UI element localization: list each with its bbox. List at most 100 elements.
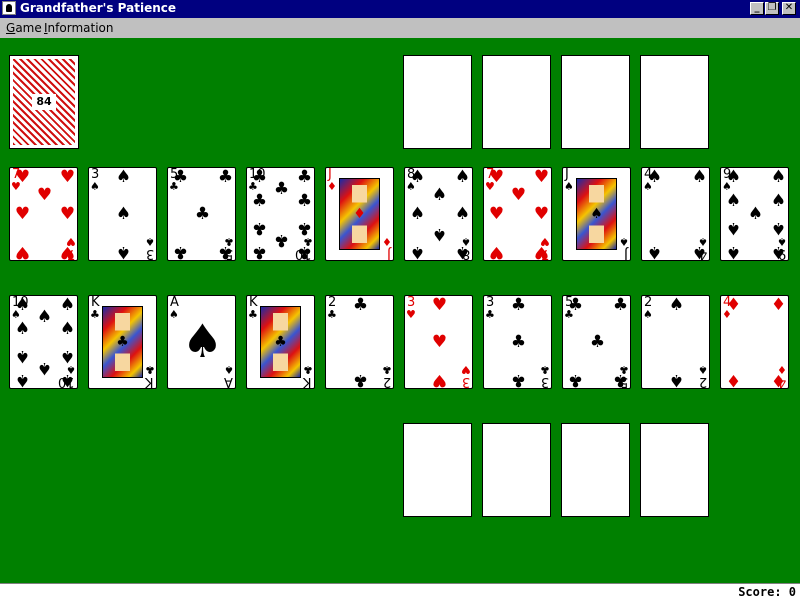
pip-area: ♥ ♥ ♥ ♥ ♥ ♥ ♥ [15, 169, 75, 261]
spades-icon: ♠ [224, 363, 234, 376]
playing-card[interactable]: 8 ♠ 8 ♠ ♠ ♠ ♠ ♠ ♠ ♠ ♠ ♠ [404, 167, 473, 261]
playing-card[interactable]: 7 ♥ 7 ♥ ♥ ♥ ♥ ♥ ♥ ♥ ♥ [9, 167, 78, 261]
spades-icon: ♠ [431, 185, 448, 205]
hearts-icon: ♥ [488, 242, 505, 261]
spades-icon: ♠ [59, 346, 76, 366]
spades-icon: ♠ [115, 204, 132, 224]
card-rank: 2 [382, 374, 391, 389]
playing-card[interactable]: 7 ♥ 7 ♥ ♥ ♥ ♥ ♥ ♥ ♥ ♥ [483, 167, 552, 261]
playing-card[interactable]: 10 ♠ 10 ♠ ♠ ♠ ♠ ♠ ♠ ♠ ♠ ♠ ♠ ♠ [9, 295, 78, 389]
pip-area: ♠ ♠ ♠ [101, 169, 146, 261]
pip-area: ♣ ♣ ♣ ♣ ♣ [568, 297, 628, 389]
spades-icon: ♠ [646, 242, 663, 261]
clubs-icon: ♣ [273, 230, 290, 250]
playing-card[interactable]: 2 ♠ 2 ♠ ♠ ♠ [641, 295, 710, 389]
foundation-slot[interactable] [403, 55, 472, 149]
court-card-art: ♠ [576, 178, 617, 250]
pip-area: ♣ ♣ ♣ [496, 297, 541, 389]
spades-icon: ♠ [725, 191, 742, 211]
spades-icon: ♠ [590, 206, 603, 222]
clubs-icon: ♣ [485, 308, 495, 321]
playing-card[interactable]: 3 ♥ 3 ♥ ♥ ♥ ♥ [404, 295, 473, 389]
spades-icon: ♠ [59, 319, 76, 339]
clubs-icon: ♣ [612, 370, 629, 389]
spades-icon: ♠ [115, 167, 132, 187]
clubs-icon: ♣ [251, 167, 268, 187]
spades-icon: ♠ [409, 242, 426, 261]
foundation-slot[interactable] [640, 55, 709, 149]
spades-icon: ♠ [668, 295, 685, 315]
pip-area: ♥ ♥ ♥ ♥ ♥ ♥ ♥ [489, 169, 549, 261]
spades-icon: ♠ [454, 204, 471, 224]
spades-icon: ♠ [14, 370, 31, 389]
clubs-icon: ♣ [145, 363, 155, 376]
playing-card[interactable]: 5 ♣ 5 ♣ ♣ ♣ ♣ ♣ ♣ [167, 167, 236, 261]
hearts-icon: ♥ [406, 308, 416, 321]
spades-icon: ♠ [770, 242, 787, 261]
pip-area: ♥ ♥ ♥ [417, 297, 462, 389]
playing-card[interactable]: 9 ♠ 9 ♠ ♠ ♠ ♠ ♠ ♠ ♠ ♠ ♠ ♠ [720, 167, 789, 261]
playing-card[interactable]: J ♠ J ♠ ♠ [562, 167, 631, 261]
hearts-icon: ♥ [461, 363, 471, 376]
foundation-slot[interactable] [640, 423, 709, 517]
clubs-icon: ♣ [251, 242, 268, 261]
foundation-slot[interactable] [482, 55, 551, 149]
playing-card[interactable]: 4 ♦ 4 ♦ ♦ ♦ ♦ ♦ [720, 295, 789, 389]
foundation-slot[interactable] [561, 55, 630, 149]
menu-game[interactable]: Game [6, 21, 42, 35]
app-icon[interactable] [2, 1, 16, 15]
diamonds-icon: ♦ [770, 295, 787, 315]
playing-card[interactable]: 4 ♠ 4 ♠ ♠ ♠ ♠ ♠ [641, 167, 710, 261]
spades-icon: ♠ [747, 204, 764, 224]
maximize-button[interactable]: ❐ [765, 2, 779, 15]
score-display: Score: 0 [738, 585, 796, 599]
spades-icon: ♠ [643, 308, 653, 321]
spades-icon: ♠ [59, 370, 76, 389]
spades-icon: ♠ [181, 314, 224, 368]
card-rank: K [145, 374, 154, 389]
clubs-icon: ♣ [274, 334, 287, 350]
playing-card[interactable]: 3 ♣ 3 ♣ ♣ ♣ ♣ [483, 295, 552, 389]
playing-card[interactable]: K ♣ K ♣ ♣ [88, 295, 157, 389]
clubs-icon: ♣ [510, 370, 527, 389]
spades-icon: ♠ [725, 242, 742, 261]
status-bar: Score: 0 [0, 583, 800, 600]
clubs-icon: ♣ [251, 218, 268, 238]
pip-area: ♣ ♣ ♣ ♣ ♣ ♣ ♣ ♣ ♣ ♣ [252, 169, 312, 261]
foundation-slot[interactable] [403, 423, 472, 517]
spades-icon: ♠ [691, 167, 708, 187]
playing-card[interactable]: 5 ♣ 5 ♣ ♣ ♣ ♣ ♣ ♣ [562, 295, 631, 389]
foundation-slot[interactable] [561, 423, 630, 517]
pip-area: ♣ ♣ ♣ ♣ ♣ [173, 169, 233, 261]
spades-icon: ♠ [454, 242, 471, 261]
playing-card[interactable]: 2 ♣ 2 ♣ ♣ ♣ [325, 295, 394, 389]
spades-icon: ♠ [770, 218, 787, 238]
card-rank: A [224, 374, 233, 389]
clubs-icon: ♣ [194, 204, 211, 224]
playing-card[interactable]: A ♠ A ♠ ♠ [167, 295, 236, 389]
clubs-icon: ♣ [217, 167, 234, 187]
card-rank: 3 [461, 374, 470, 389]
spades-icon: ♠ [14, 346, 31, 366]
stock-deck[interactable]: 84 [9, 55, 79, 149]
menu-information[interactable]: Information [44, 21, 113, 35]
foundation-slot[interactable] [482, 423, 551, 517]
playing-card[interactable]: K ♣ K ♣ ♣ [246, 295, 315, 389]
minimize-button[interactable]: _ [750, 2, 764, 15]
diamonds-icon: ♦ [353, 206, 366, 222]
close-button[interactable]: ✕ [782, 2, 796, 15]
hearts-icon: ♥ [14, 204, 31, 224]
card-rank: 3 [145, 246, 154, 261]
playing-card[interactable]: J ♦ J ♦ ♦ [325, 167, 394, 261]
hearts-icon: ♥ [533, 167, 550, 187]
hearts-icon: ♥ [59, 204, 76, 224]
playing-card[interactable]: 10 ♣ 10 ♣ ♣ ♣ ♣ ♣ ♣ ♣ ♣ ♣ ♣ ♣ [246, 167, 315, 261]
card-rank: J [387, 246, 391, 261]
hearts-icon: ♥ [14, 167, 31, 187]
spades-icon: ♠ [431, 224, 448, 244]
clubs-icon: ♣ [567, 295, 584, 315]
playing-card[interactable]: 3 ♠ 3 ♠ ♠ ♠ ♠ [88, 167, 157, 261]
pip-area: ♣ ♣ [338, 297, 383, 389]
clubs-icon: ♣ [296, 167, 313, 187]
spades-icon: ♠ [770, 191, 787, 211]
